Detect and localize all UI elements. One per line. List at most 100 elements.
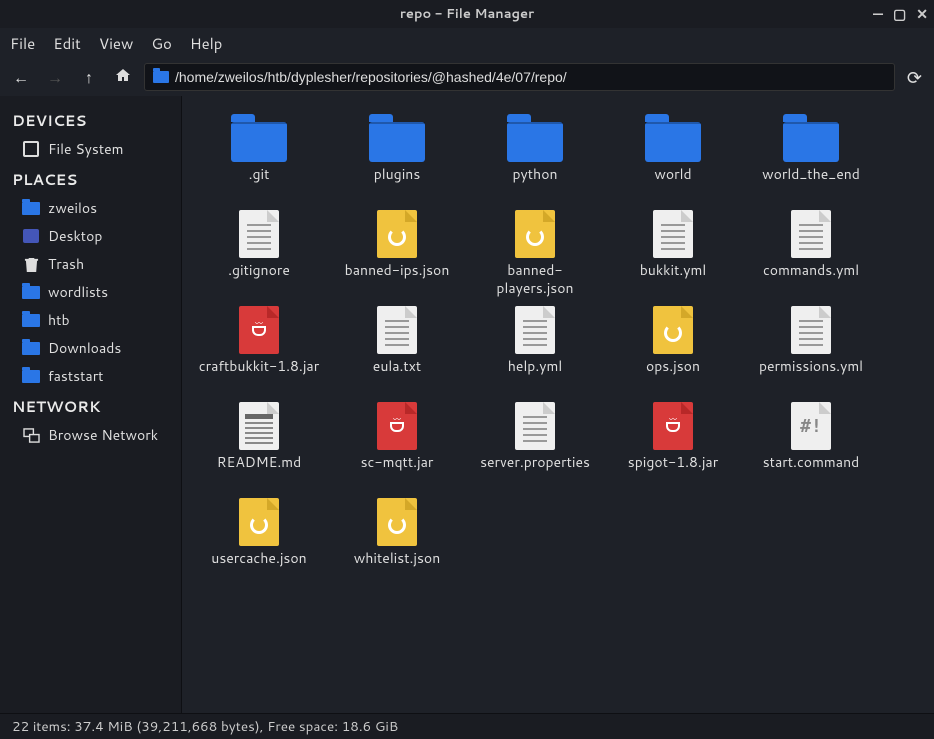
title-bar: repo - File Manager — ▢ ✕ (0, 0, 934, 28)
file-item[interactable]: server.properties (466, 398, 604, 494)
file-item[interactable]: 〰 craftbukkit-1.8.jar (190, 302, 328, 398)
shell-file-icon: #! (791, 402, 831, 450)
file-item[interactable]: bukkit.yml (604, 206, 742, 302)
file-item[interactable]: whitelist.json (328, 494, 466, 590)
json-file-icon (377, 498, 417, 546)
jar-file-icon: 〰 (377, 402, 417, 450)
forward-button[interactable]: → (42, 66, 68, 89)
file-item[interactable]: .git (190, 110, 328, 206)
sidebar-item[interactable]: faststart (0, 362, 181, 390)
file-view[interactable]: .git plugins python world world_the_end .giti… (182, 96, 934, 713)
md-file-icon (239, 402, 279, 450)
file-item[interactable]: 〰sc-mqtt.jar (328, 398, 466, 494)
file-item[interactable]: help.yml (466, 302, 604, 398)
file-label: banned-players.json (470, 262, 600, 297)
menu-file[interactable]: File (10, 33, 35, 54)
folder-icon (22, 200, 40, 216)
sidebar: DEVICES File System PLACESzweilos Desktop Tr… (0, 96, 182, 713)
folder-icon (231, 122, 287, 162)
file-label: craftbukkit-1.8.jar (199, 358, 319, 376)
sidebar-section-title: PLACES (0, 163, 181, 194)
folder-icon (22, 340, 40, 356)
sidebar-item[interactable]: File System (0, 135, 181, 163)
network-icon (22, 427, 40, 443)
maximize-button[interactable]: ▢ (893, 4, 906, 24)
folder-icon (645, 122, 701, 162)
file-item[interactable]: .gitignore (190, 206, 328, 302)
close-button[interactable]: ✕ (916, 4, 928, 24)
folder-icon (153, 71, 169, 83)
refresh-button[interactable]: ⟳ (903, 64, 926, 90)
plain-file-icon (515, 402, 555, 450)
menu-view[interactable]: View (99, 33, 134, 54)
file-label: python (512, 166, 557, 184)
sidebar-item-label: Downloads (48, 338, 121, 358)
sidebar-section-title: DEVICES (0, 104, 181, 135)
sidebar-item[interactable]: Downloads (0, 334, 181, 362)
file-item[interactable]: commands.yml (742, 206, 880, 302)
file-item[interactable]: world_the_end (742, 110, 880, 206)
file-item[interactable]: eula.txt (328, 302, 466, 398)
home-icon (115, 67, 131, 83)
file-item[interactable]: plugins (328, 110, 466, 206)
file-item[interactable]: #!start.command (742, 398, 880, 494)
sidebar-item-label: Browse Network (48, 425, 158, 445)
folder-icon (507, 122, 563, 162)
sidebar-item[interactable]: Desktop (0, 222, 181, 250)
sidebar-item-label: Trash (48, 254, 84, 274)
plain-file-icon (515, 306, 555, 354)
window-title: repo - File Manager (0, 5, 934, 23)
back-button[interactable]: ← (8, 66, 34, 89)
plain-file-icon (791, 306, 831, 354)
file-item[interactable]: banned-ips.json (328, 206, 466, 302)
sidebar-item[interactable]: Trash (0, 250, 181, 278)
plain-file-icon (791, 210, 831, 258)
address-bar[interactable] (144, 63, 895, 91)
file-item[interactable]: README.md (190, 398, 328, 494)
file-label: bukkit.yml (640, 262, 707, 280)
disk-icon (22, 141, 40, 157)
menu-edit[interactable]: Edit (53, 33, 81, 54)
jar-file-icon: 〰 (239, 306, 279, 354)
trash-icon (22, 256, 40, 272)
file-item[interactable]: usercache.json (190, 494, 328, 590)
status-text: 22 items: 37.4 MiB (39,211,668 bytes), F… (12, 717, 398, 736)
sidebar-item-label: Desktop (48, 226, 102, 246)
file-label: usercache.json (211, 550, 306, 568)
file-label: README.md (217, 454, 302, 472)
home-button[interactable] (110, 66, 136, 89)
json-file-icon (653, 306, 693, 354)
path-input[interactable] (175, 69, 886, 85)
sidebar-item[interactable]: htb (0, 306, 181, 334)
json-file-icon (515, 210, 555, 258)
file-label: world_the_end (762, 166, 860, 184)
file-label: plugins (374, 166, 421, 184)
file-item[interactable]: python (466, 110, 604, 206)
file-label: permissions.yml (759, 358, 863, 376)
desktop-icon (22, 228, 40, 244)
up-button[interactable]: ↑ (76, 66, 102, 89)
sidebar-item-label: wordlists (48, 282, 108, 302)
status-bar: 22 items: 37.4 MiB (39,211,668 bytes), F… (0, 713, 934, 739)
file-item[interactable]: 〰 spigot-1.8.jar (604, 398, 742, 494)
menu-help[interactable]: Help (190, 33, 223, 54)
sidebar-item-label: File System (48, 139, 124, 159)
menu-go[interactable]: Go (151, 33, 172, 54)
folder-icon (22, 368, 40, 384)
minimize-button[interactable]: — (873, 4, 883, 24)
window-controls: — ▢ ✕ (873, 4, 928, 24)
sidebar-item[interactable]: zweilos (0, 194, 181, 222)
file-item[interactable]: permissions.yml (742, 302, 880, 398)
file-item[interactable]: ops.json (604, 302, 742, 398)
file-item[interactable]: banned-players.json (466, 206, 604, 302)
file-label: ops.json (646, 358, 700, 376)
sidebar-item[interactable]: Browse Network (0, 421, 181, 449)
jar-file-icon: 〰 (653, 402, 693, 450)
file-item[interactable]: world (604, 110, 742, 206)
sidebar-section-title: NETWORK (0, 390, 181, 421)
sidebar-item[interactable]: wordlists (0, 278, 181, 306)
file-label: spigot-1.8.jar (628, 454, 718, 472)
file-label: .gitignore (228, 262, 290, 280)
folder-icon (22, 312, 40, 328)
plain-file-icon (377, 306, 417, 354)
